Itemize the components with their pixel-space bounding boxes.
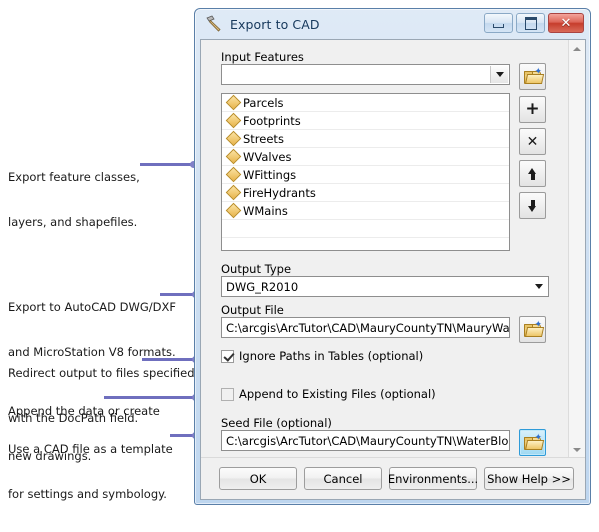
- close-button[interactable]: ✕: [548, 13, 584, 33]
- output-file-label: Output File: [221, 303, 284, 317]
- screenshot-root: Export feature classes, layers, and shap…: [0, 0, 599, 528]
- ignore-paths-checkbox-row[interactable]: Ignore Paths in Tables (optional): [221, 349, 423, 363]
- window-title: Export to CAD: [230, 16, 320, 32]
- output-type-select[interactable]: DWG_R2010: [221, 276, 549, 297]
- remove-button[interactable]: ✕: [519, 128, 546, 155]
- list-item[interactable]: WFittings: [222, 166, 509, 184]
- seed-file-input[interactable]: C:\arcgis\ArcTutor\CAD\MauryCountyTN\Wat…: [221, 430, 510, 451]
- append-existing-checkbox-row[interactable]: Append to Existing Files (optional): [221, 387, 436, 401]
- seed-file-label: Seed File (optional): [221, 416, 332, 430]
- list-item-empty[interactable]: [222, 238, 509, 250]
- list-item-label: WFittings: [243, 167, 297, 182]
- output-file-input[interactable]: C:\arcgis\ArcTutor\CAD\MauryCountyTN\Mau…: [221, 317, 510, 338]
- maximize-button[interactable]: [516, 13, 545, 33]
- input-features-browse-button[interactable]: ✦: [519, 63, 546, 90]
- seed-file-browse-button[interactable]: ✦: [519, 429, 546, 456]
- cancel-button[interactable]: Cancel: [304, 467, 382, 490]
- polygon-feature-icon: [225, 148, 242, 165]
- append-existing-label: Append to Existing Files (optional): [239, 387, 436, 401]
- down-arrow-icon: [528, 199, 537, 212]
- annotation-input-features: Export feature classes, layers, and shap…: [8, 140, 140, 260]
- folder-add-icon: ✦: [524, 67, 545, 84]
- annotation-line: layers, and shapefiles.: [8, 215, 138, 229]
- append-existing-checkbox[interactable]: [221, 387, 234, 401]
- list-item-label: Footprints: [243, 113, 301, 128]
- input-features-label: Input Features: [221, 50, 304, 64]
- move-down-button[interactable]: [519, 192, 546, 219]
- annotation-line: for settings and symbology.: [8, 487, 167, 501]
- annotation-line: Export to AutoCAD DWG/DXF: [8, 300, 176, 314]
- ignore-paths-checkbox[interactable]: [221, 349, 234, 363]
- output-type-label: Output Type: [221, 262, 292, 276]
- folder-add-icon: ✦: [524, 433, 545, 450]
- list-item-label: FireHydrants: [243, 185, 316, 200]
- folder-add-icon: ✦: [524, 320, 545, 337]
- list-item[interactable]: Streets: [222, 130, 509, 148]
- triangle-down-icon: [573, 447, 581, 452]
- ignore-paths-label: Ignore Paths in Tables (optional): [239, 349, 424, 363]
- polygon-feature-icon: [225, 166, 242, 183]
- list-item[interactable]: Parcels: [222, 94, 509, 112]
- triangle-up-icon: [573, 46, 581, 51]
- list-item-label: Streets: [243, 131, 284, 146]
- output-file-browse-button[interactable]: ✦: [519, 316, 546, 343]
- annotation-connector: [104, 396, 198, 399]
- polygon-feature-icon: [225, 184, 242, 201]
- list-item-empty[interactable]: [222, 220, 509, 238]
- window-controls: ✕: [484, 13, 584, 33]
- x-icon: ✕: [526, 133, 539, 150]
- export-to-cad-dialog: Export to CAD ✕ Input Features ✦ Parcels…: [194, 8, 591, 505]
- list-item-label: WMains: [243, 203, 288, 218]
- form-scrollbar[interactable]: [568, 40, 585, 458]
- maximize-icon: [524, 16, 537, 30]
- scroll-down-button[interactable]: [569, 441, 585, 458]
- output-file-value: C:\arcgis\ArcTutor\CAD\MauryCountyTN\Mau…: [226, 320, 510, 335]
- input-features-list[interactable]: Parcels Footprints Streets WValves WFitt…: [221, 93, 510, 251]
- environments-button[interactable]: Environments...: [388, 467, 478, 490]
- chevron-down-icon[interactable]: [490, 66, 508, 83]
- seed-file-value: C:\arcgis\ArcTutor\CAD\MauryCountyTN\Wat…: [226, 433, 509, 448]
- close-icon: ✕: [560, 15, 572, 31]
- list-item[interactable]: WMains: [222, 202, 509, 220]
- annotation-line: Use a CAD file as a template: [8, 442, 173, 456]
- move-up-button[interactable]: [519, 160, 546, 187]
- list-item[interactable]: WValves: [222, 148, 509, 166]
- dialog-client-area: Input Features ✦ Parcels Footprints Stre…: [200, 39, 586, 500]
- plus-icon: +: [525, 99, 540, 119]
- dialog-button-bar: OK Cancel Environments... Show Help >>: [201, 457, 585, 499]
- annotation-connector: [140, 163, 195, 166]
- annotation-line: Export feature classes,: [8, 170, 140, 184]
- output-type-value: DWG_R2010: [226, 279, 299, 294]
- polygon-feature-icon: [225, 94, 242, 111]
- minimize-button[interactable]: [484, 13, 513, 33]
- input-features-input[interactable]: [221, 64, 510, 85]
- scroll-up-button[interactable]: [569, 40, 585, 57]
- list-item[interactable]: Footprints: [222, 112, 509, 130]
- polygon-feature-icon: [225, 202, 242, 219]
- hammer-tool-icon: [204, 15, 224, 33]
- polygon-feature-icon: [225, 130, 242, 147]
- form-pane: Input Features ✦ Parcels Footprints Stre…: [201, 40, 568, 458]
- annotation-seed-file: Use a CAD file as a template for setting…: [8, 412, 173, 532]
- annotation-connector: [142, 358, 198, 361]
- polygon-feature-icon: [225, 112, 242, 129]
- add-button[interactable]: +: [519, 96, 546, 123]
- chevron-down-icon[interactable]: [530, 278, 547, 295]
- list-item[interactable]: FireHydrants: [222, 184, 509, 202]
- ok-button[interactable]: OK: [219, 467, 297, 490]
- show-help-button[interactable]: Show Help >>: [484, 467, 574, 490]
- up-arrow-icon: [528, 167, 537, 180]
- list-item-label: Parcels: [243, 95, 284, 110]
- title-bar[interactable]: Export to CAD ✕: [195, 9, 590, 39]
- minimize-icon: [493, 23, 504, 28]
- list-item-label: WValves: [243, 149, 292, 164]
